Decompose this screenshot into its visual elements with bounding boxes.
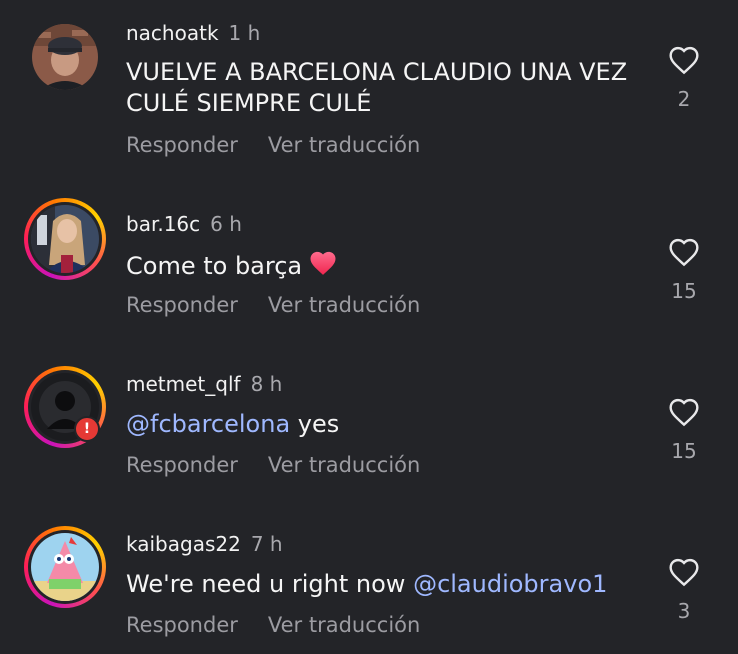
heart-outline-icon[interactable]	[668, 237, 700, 267]
comment-actions: Responder Ver traducción	[126, 453, 420, 477]
comment-item: bar.16c 6 h Come to barça Responder Ver tr…	[0, 160, 738, 320]
avatar-photo	[31, 533, 99, 601]
translate-button[interactable]: Ver traducción	[268, 293, 420, 317]
reply-button[interactable]: Responder	[126, 613, 238, 637]
avatar[interactable]	[24, 198, 106, 280]
comment-time: 6 h	[210, 212, 242, 236]
avatar[interactable]	[24, 526, 106, 608]
heart-outline-icon[interactable]	[668, 45, 700, 75]
mention-link[interactable]: @claudiobravo1	[413, 570, 607, 598]
comment-meta: bar.16c 6 h	[126, 212, 242, 236]
reply-button[interactable]: Responder	[126, 293, 238, 317]
comment-username[interactable]: metmet_qlf	[126, 372, 241, 396]
comment-text-body: Come to barça	[126, 252, 303, 280]
comment-item: ! metmet_qlf 8 h @fcbarcelona yes Respond…	[0, 320, 738, 480]
red-heart-emoji-icon	[308, 249, 338, 285]
comment-username[interactable]: bar.16c	[126, 212, 200, 236]
comment-text: We're need u right now @claudiobravo1	[126, 569, 646, 600]
reply-button[interactable]: Responder	[126, 453, 238, 477]
avatar-photo	[32, 24, 98, 90]
comment-actions: Responder Ver traducción	[126, 613, 420, 637]
like-control: 15	[664, 237, 704, 303]
mention-link[interactable]: @fcbarcelona	[126, 410, 290, 438]
comment-meta: nachoatk 1 h	[126, 21, 260, 45]
like-count: 2	[677, 87, 691, 111]
comment-actions: Responder Ver traducción	[126, 133, 420, 157]
like-control: 3	[664, 557, 704, 623]
comment-text-body: yes	[297, 410, 340, 438]
comment-time: 1 h	[228, 21, 261, 45]
comment-actions: Responder Ver traducción	[126, 293, 420, 317]
like-count: 3	[677, 599, 691, 623]
comment-text: @fcbarcelona yes	[126, 409, 646, 440]
comment-text: Come to barça	[126, 249, 646, 285]
comment-meta: kaibagas22 7 h	[126, 532, 283, 556]
like-control: 15	[664, 397, 704, 463]
avatar-ring-gap	[28, 530, 102, 604]
comment-username[interactable]: kaibagas22	[126, 532, 241, 556]
like-control: 2	[664, 45, 704, 111]
comment-item: nachoatk 1 h VUELVE A BARCELONA CLAUDIO U…	[0, 0, 738, 160]
translate-button[interactable]: Ver traducción	[268, 133, 420, 157]
comment-username[interactable]: nachoatk	[126, 21, 219, 45]
comment-time: 8 h	[250, 372, 283, 396]
heart-outline-icon[interactable]	[668, 557, 700, 587]
like-count: 15	[671, 279, 697, 303]
comment-item: kaibagas22 7 h We're need u right now @cl…	[0, 480, 738, 640]
heart-outline-icon[interactable]	[668, 397, 700, 427]
avatar-photo	[31, 205, 99, 273]
avatar-ring-gap	[28, 202, 102, 276]
comment-time: 7 h	[250, 532, 283, 556]
comment-meta: metmet_qlf 8 h	[126, 372, 282, 396]
translate-button[interactable]: Ver traducción	[268, 613, 420, 637]
alert-badge-icon: !	[74, 416, 100, 442]
avatar[interactable]: !	[24, 366, 106, 448]
translate-button[interactable]: Ver traducción	[268, 453, 420, 477]
avatar[interactable]	[32, 24, 98, 90]
like-count: 15	[671, 439, 697, 463]
comment-text: VUELVE A BARCELONA CLAUDIO UNA VEZ CULÉ …	[126, 58, 628, 117]
comment-text-body: We're need u right now	[126, 570, 406, 598]
reply-button[interactable]: Responder	[126, 133, 238, 157]
